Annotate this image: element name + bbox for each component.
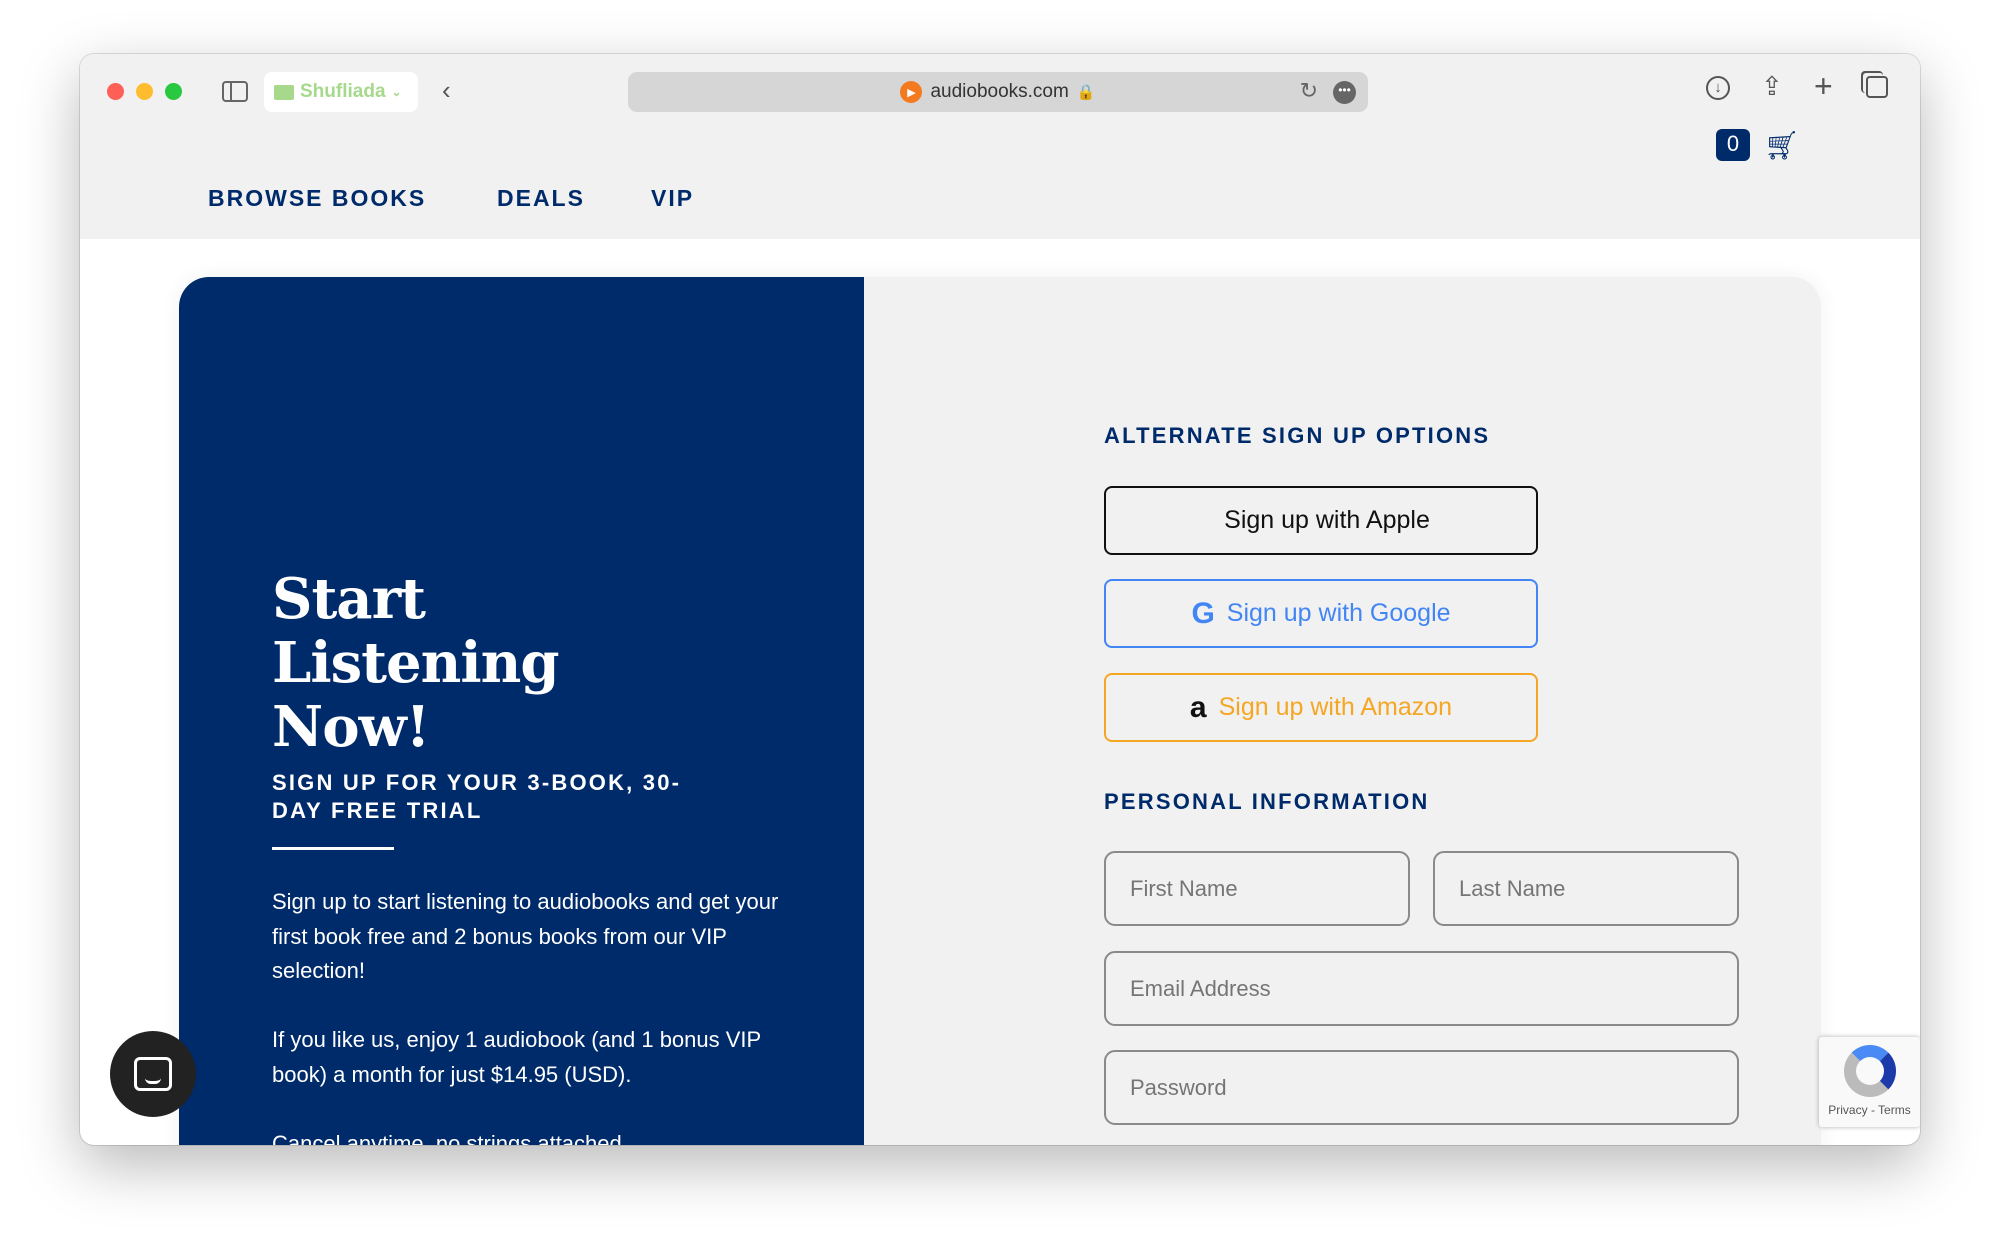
minimize-window-button[interactable]: [136, 83, 153, 100]
alternate-signup-heading: ALTERNATE SIGN UP OPTIONS: [1104, 423, 1491, 448]
google-icon: G: [1191, 596, 1215, 630]
profile-name: Shufliada: [300, 81, 386, 102]
amazon-icon: a: [1189, 690, 1207, 724]
signup-card: Start Listening Now! SIGN UP FOR YOUR 3-…: [179, 277, 1821, 1145]
chevron-down-icon: ⌄: [391, 85, 402, 99]
more-icon[interactable]: •••: [1333, 81, 1356, 104]
profile-icon: [274, 84, 294, 100]
new-tab-icon[interactable]: +: [1814, 70, 1833, 102]
reload-icon[interactable]: ↻: [1300, 78, 1318, 104]
back-icon[interactable]: ‹: [442, 76, 451, 104]
last-name-input[interactable]: [1433, 851, 1739, 926]
zoom-window-button[interactable]: [165, 83, 182, 100]
lock-icon: 🔒: [1076, 84, 1096, 101]
browser-window: Shufliada ⌄ ‹ ▶ audiobooks.com 🔒 ↻ ••• ↓ …: [80, 54, 1920, 1145]
nav-vip[interactable]: VIP: [651, 185, 694, 212]
google-signup-button[interactable]: G Sign up with Google: [1104, 579, 1538, 648]
first-name-input[interactable]: [1104, 851, 1410, 926]
promo-subtitle: SIGN UP FOR YOUR 3-BOOK, 30-DAY FREE TRI…: [272, 770, 682, 823]
personal-info-heading: PERSONAL INFORMATION: [1104, 789, 1430, 814]
promo-text: Cancel anytime, no strings attached.: [272, 1131, 628, 1145]
password-input[interactable]: [1104, 1050, 1739, 1125]
nav-browse-books[interactable]: BROWSE BOOKS: [208, 185, 426, 212]
browser-toolbar: Shufliada ⌄ ‹ ▶ audiobooks.com 🔒 ↻ ••• ↓ …: [80, 54, 1920, 126]
profile-button[interactable]: Shufliada ⌄: [264, 72, 418, 112]
google-label: Sign up with Google: [1226, 599, 1451, 627]
amazon-label: Sign up with Amazon: [1218, 693, 1453, 721]
divider: [272, 847, 394, 850]
recaptcha-badge[interactable]: Privacy - Terms: [1819, 1037, 1920, 1127]
email-input[interactable]: [1104, 951, 1739, 1026]
url-text: audiobooks.com: [930, 81, 1069, 102]
promo-text: Sign up to start listening to audiobooks…: [272, 889, 779, 983]
close-window-button[interactable]: [107, 83, 124, 100]
address-bar[interactable]: ▶ audiobooks.com 🔒 ↻ •••: [628, 72, 1368, 112]
tab-overview-icon[interactable]: [1866, 76, 1888, 98]
sidebar-toggle-icon[interactable]: [222, 81, 248, 102]
site-nav: BROWSE BOOKS DEALS VIP: [80, 126, 1920, 239]
apple-signup-button[interactable]: Sign up with Apple: [1104, 486, 1538, 555]
site-favicon-icon: ▶: [900, 81, 923, 103]
cart-count-badge[interactable]: 0: [1716, 129, 1750, 161]
apple-label: Sign up with Apple: [1224, 506, 1430, 534]
share-icon[interactable]: ⇪: [1761, 72, 1783, 100]
recaptcha-links[interactable]: Privacy - Terms: [1828, 1103, 1910, 1117]
cart-icon[interactable]: 🛒︎: [1764, 129, 1800, 162]
recaptcha-icon: [1843, 1045, 1896, 1097]
amazon-signup-button[interactable]: a Sign up with Amazon: [1104, 673, 1538, 742]
chat-launcher-button[interactable]: [110, 1031, 196, 1117]
promo-panel: Start Listening Now! SIGN UP FOR YOUR 3-…: [179, 277, 864, 1145]
nav-deals[interactable]: DEALS: [497, 185, 585, 212]
promo-text: If you like us, enjoy 1 audiobook (and 1…: [272, 1027, 761, 1087]
download-icon[interactable]: ↓: [1706, 76, 1730, 100]
page-title: Start Listening Now!: [272, 566, 560, 760]
chat-icon: [134, 1057, 172, 1091]
